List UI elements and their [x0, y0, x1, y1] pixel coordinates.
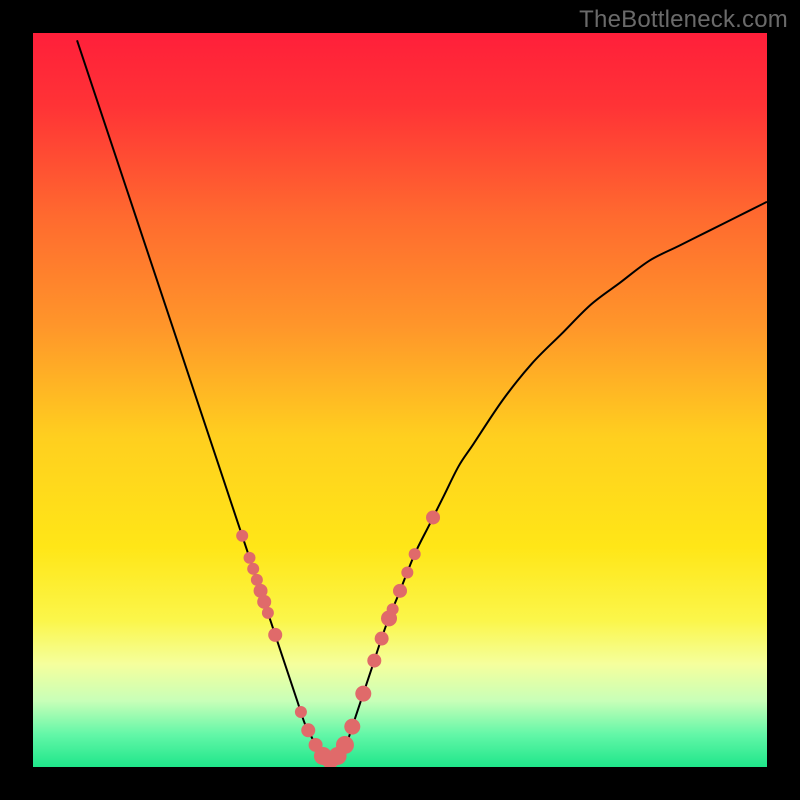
marker-point: [236, 530, 248, 542]
marker-point: [401, 566, 413, 578]
marker-point: [375, 632, 389, 646]
curve-layer: [33, 33, 767, 767]
marker-point: [244, 552, 256, 564]
marker-point: [336, 736, 354, 754]
bottleneck-curve: [77, 40, 767, 760]
plot-frame: [33, 33, 767, 767]
marker-point: [387, 603, 399, 615]
marker-point: [262, 607, 274, 619]
marker-point: [301, 723, 315, 737]
marker-point: [344, 719, 360, 735]
marker-point: [257, 595, 271, 609]
marker-point: [268, 628, 282, 642]
watermark-text: TheBottleneck.com: [579, 6, 788, 34]
marker-point: [295, 706, 307, 718]
marker-point: [409, 548, 421, 560]
marker-point: [355, 686, 371, 702]
marker-point: [247, 563, 259, 575]
marker-point: [393, 584, 407, 598]
marker-layer: [236, 510, 440, 767]
marker-point: [426, 510, 440, 524]
marker-point: [367, 654, 381, 668]
